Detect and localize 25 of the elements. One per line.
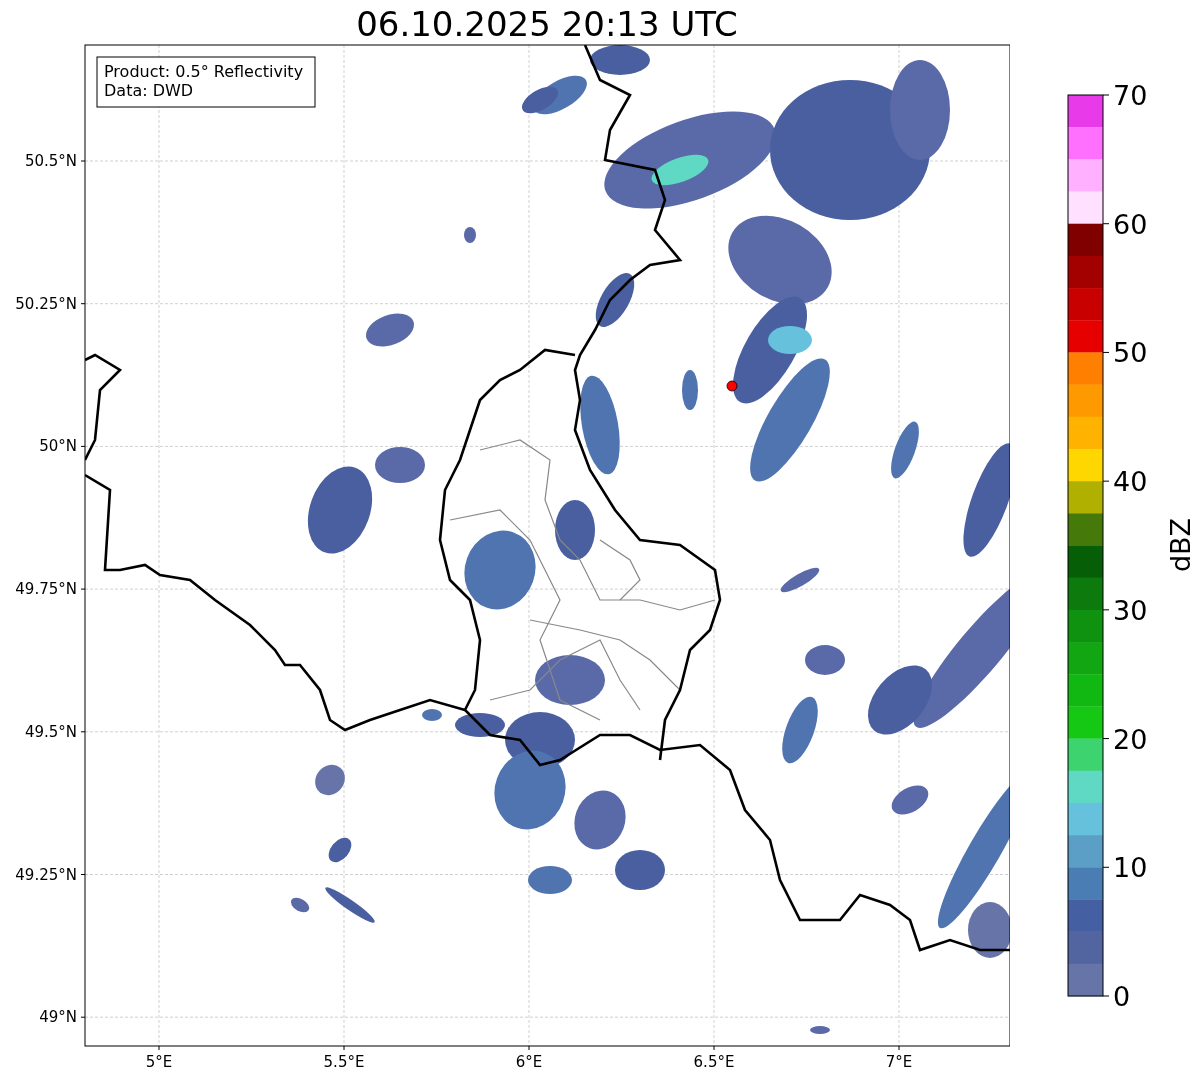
latitude-tick-label: 49°N <box>39 1008 77 1027</box>
colorbar-tick-label: 40 <box>1113 466 1148 498</box>
colorbar-tick-label: 70 <box>1113 80 1148 111</box>
colorbar-tick-label: 10 <box>1113 852 1148 884</box>
colorbar-tick-label: 20 <box>1113 723 1148 755</box>
info-text: Product: 0.5° Reflectivity <box>104 62 304 81</box>
location-marker <box>726 380 738 392</box>
latitude-tick-label: 49.5°N <box>24 722 77 741</box>
colorbar-tick-label: 30 <box>1113 594 1148 626</box>
colorbar-tick-label: 50 <box>1113 337 1148 369</box>
colorbar-label: dBZ <box>1165 517 1196 573</box>
longitude-tick-label: 7°E <box>885 1053 913 1071</box>
latitude-tick-label: 49.25°N <box>15 865 77 884</box>
longitude-tick-label: 6.5°E <box>693 1053 735 1071</box>
longitude-tick-label: 5°E <box>145 1053 173 1071</box>
info-text: Data: DWD <box>104 81 194 100</box>
latitude-tick-label: 50.5°N <box>24 152 77 170</box>
colorbar-tick-label: 60 <box>1113 208 1148 240</box>
colorbar-tick-label: 0 <box>1113 981 1131 1012</box>
longitude-tick-label: 5.5°E <box>323 1053 365 1071</box>
chart-title: 06.10.2025 20:13 UTC <box>356 4 738 44</box>
longitude-tick-label: 6°E <box>515 1053 543 1071</box>
latitude-tick-label: 50.25°N <box>15 294 77 313</box>
latitude-tick-label: 50°N <box>39 437 77 456</box>
latitude-tick-label: 49.75°N <box>15 580 77 599</box>
